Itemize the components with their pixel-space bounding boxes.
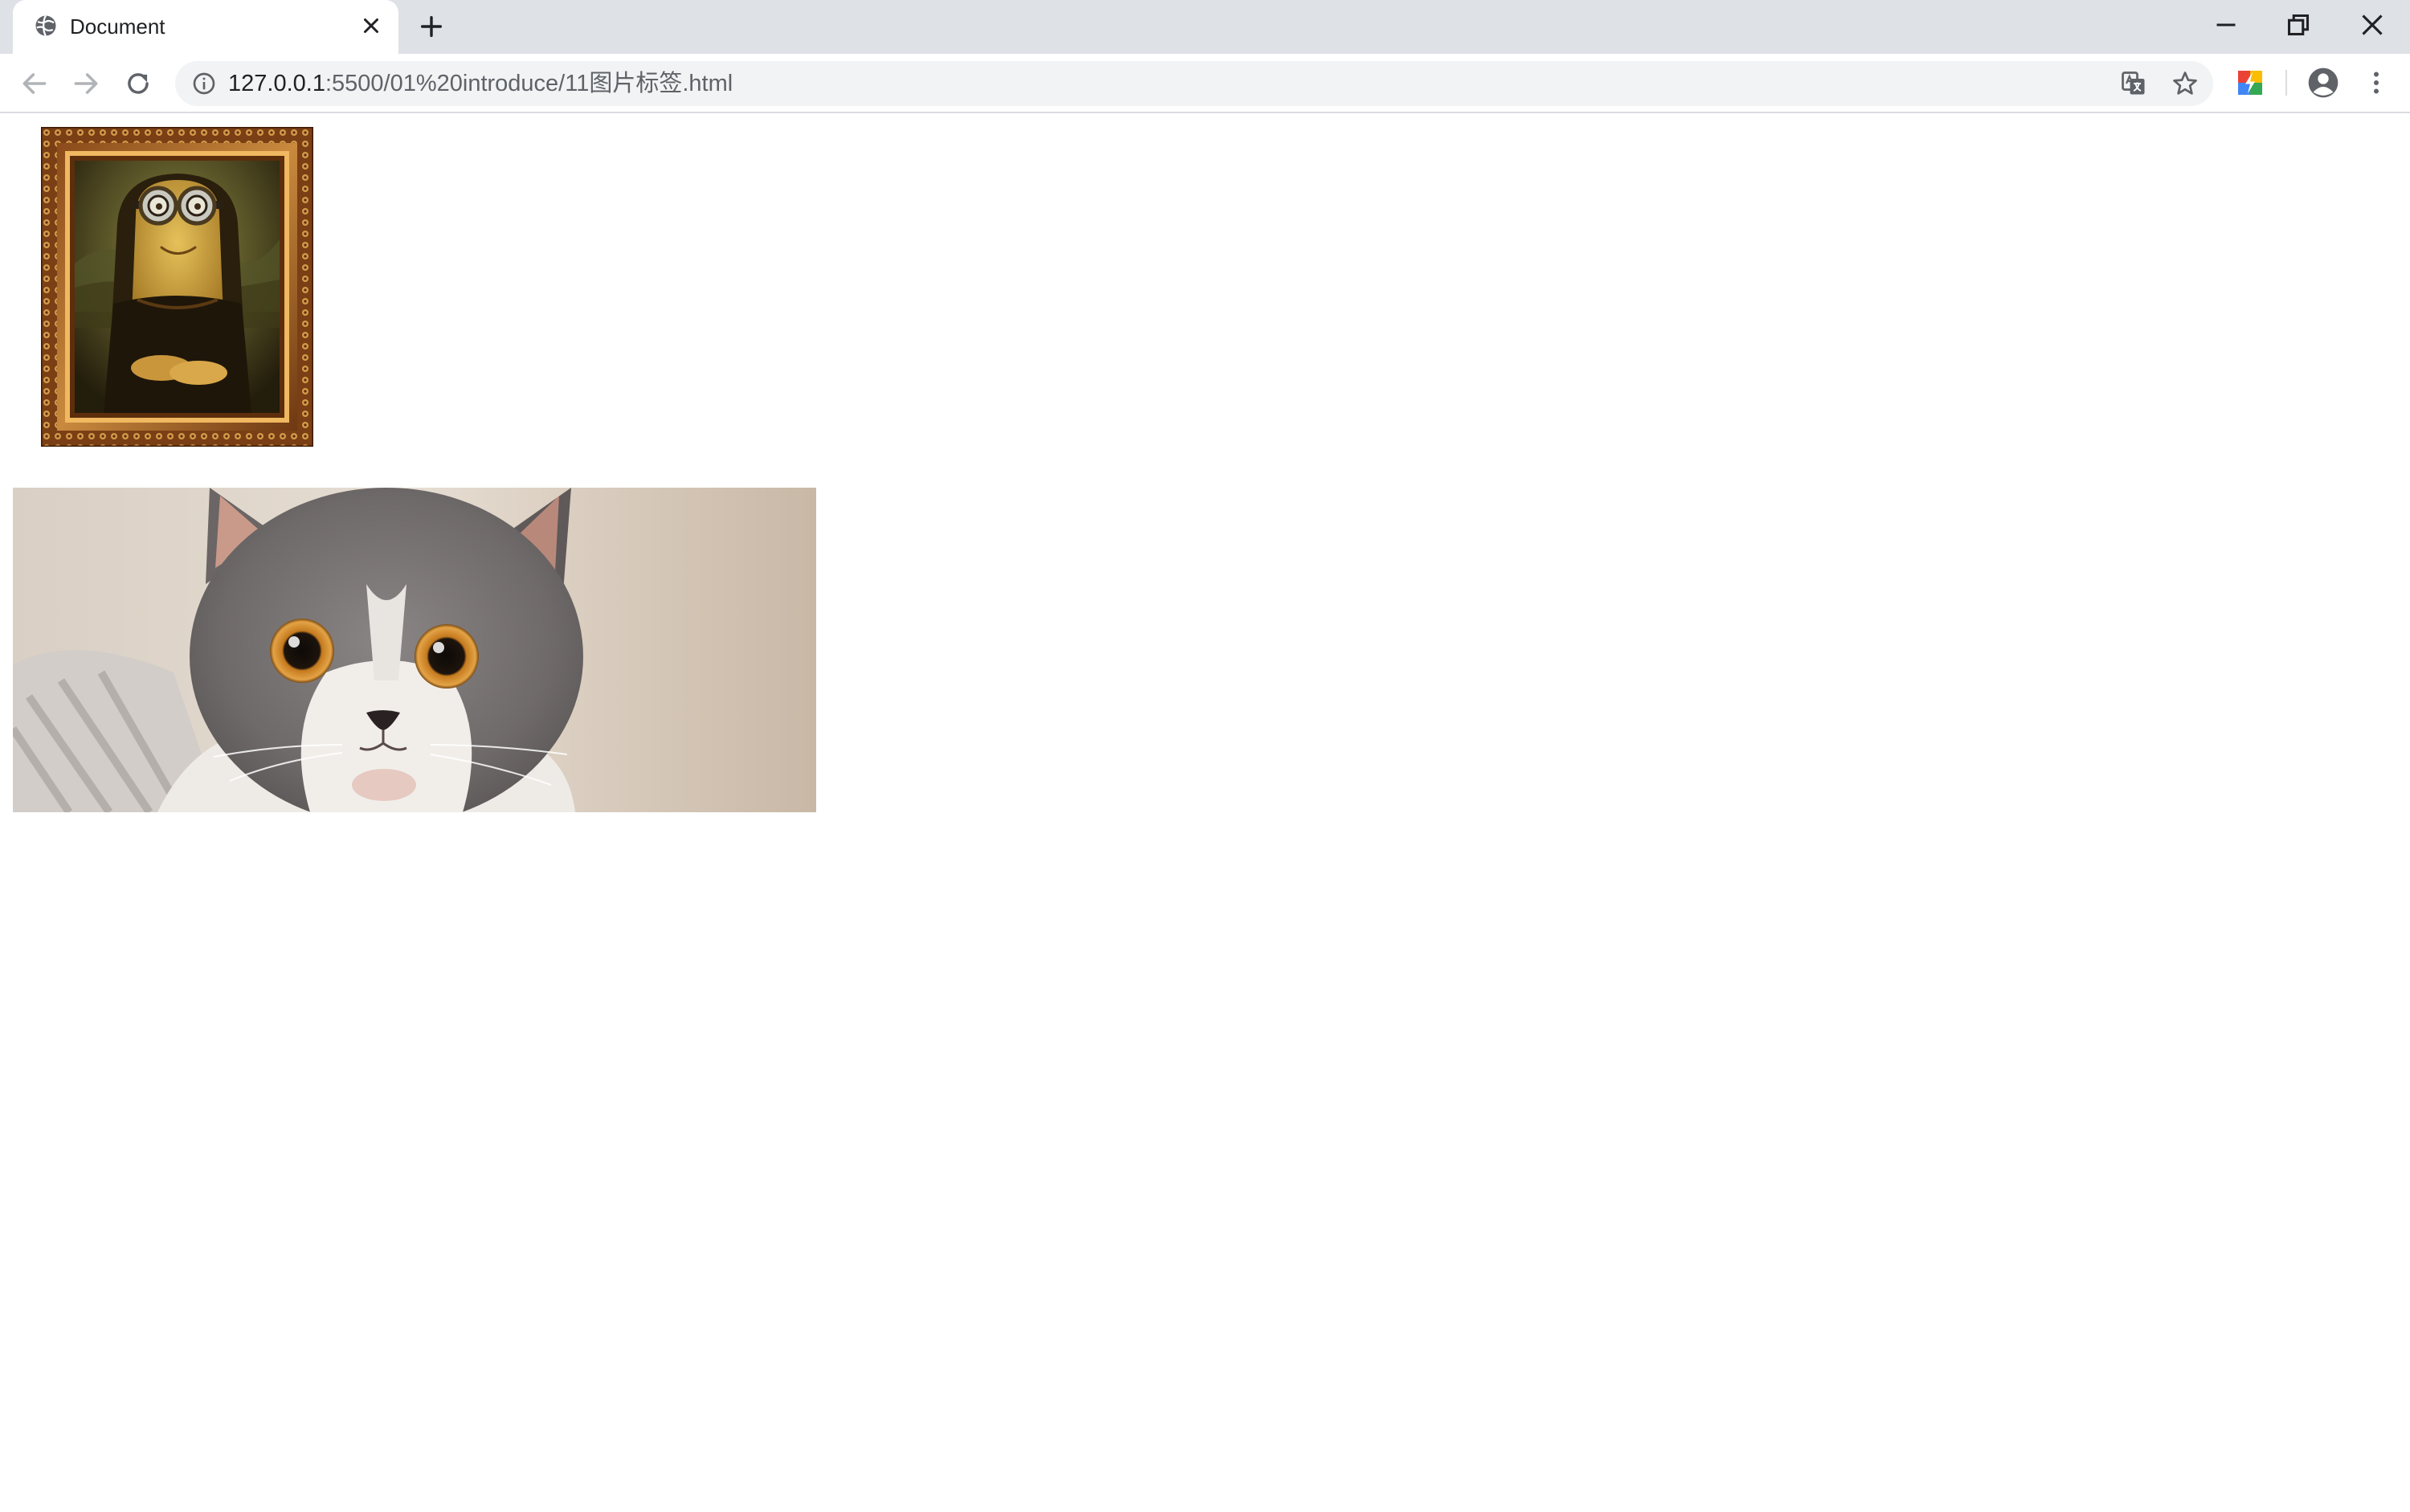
close-tab-icon[interactable] (359, 14, 383, 38)
reload-icon[interactable] (123, 68, 153, 99)
restore-icon[interactable] (2280, 6, 2317, 43)
back-arrow-icon[interactable] (19, 68, 50, 99)
browser-toolbar: 127.0.0.1:5500/01%20introduce/11图片标签.htm… (0, 54, 2410, 113)
url-path: :5500/01%20introduce/11图片标签.html (325, 71, 733, 96)
page-content (0, 113, 2410, 1512)
profile-icon[interactable] (2307, 67, 2339, 99)
new-tab-icon[interactable] (418, 13, 445, 40)
tab-title: Document (70, 14, 165, 39)
url-host: 127.0.0.1 (228, 71, 325, 96)
toolbar-separator (2285, 70, 2287, 96)
globe-icon (35, 14, 56, 37)
close-window-icon[interactable] (2354, 6, 2391, 43)
extension-icon[interactable] (2236, 68, 2265, 97)
url-text[interactable]: 127.0.0.1:5500/01%20introduce/11图片标签.htm… (228, 68, 733, 99)
mona-lisa-minion-framed-painting (41, 127, 313, 447)
grey-cat-face-photo (13, 488, 816, 812)
address-bar[interactable]: 127.0.0.1:5500/01%20introduce/11图片标签.htm… (175, 61, 2213, 106)
info-icon[interactable] (191, 71, 217, 96)
tab-strip: Document (0, 0, 2410, 54)
minimize-icon[interactable] (2208, 6, 2245, 43)
translate-icon[interactable] (2119, 69, 2148, 98)
menu-icon[interactable] (2362, 68, 2391, 97)
star-icon[interactable] (2171, 69, 2200, 98)
browser-tab[interactable]: Document (13, 0, 398, 54)
forward-arrow-icon[interactable] (71, 68, 101, 99)
